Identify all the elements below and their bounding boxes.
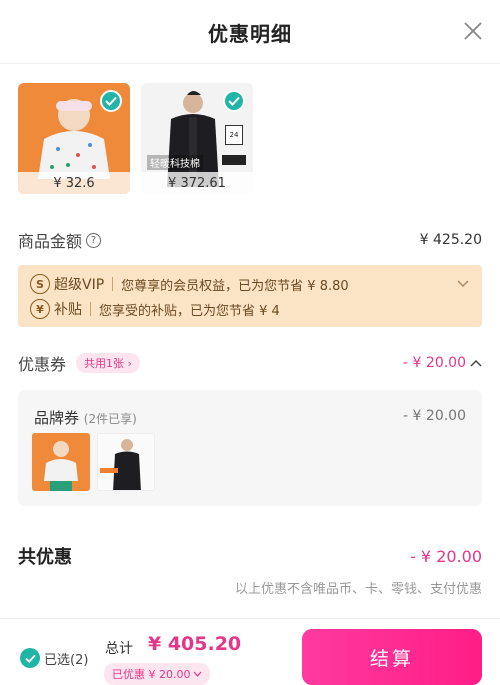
divider	[90, 302, 91, 316]
select-all[interactable]: 已选(2)	[20, 648, 88, 668]
divider	[112, 277, 114, 291]
brand-coupon-sub: (2件已享)	[83, 412, 137, 426]
discount-text: 已优惠 ¥ 20.00	[112, 668, 191, 681]
child-model-image	[44, 441, 78, 491]
coupon-count-pill[interactable]: 共用1张 ›	[76, 353, 140, 373]
discount-detail-sheet: 优惠明细 ¥ 32.6 24 轻暖科技棉 ¥ 372.61 商品金额 ? ¥ 4…	[0, 0, 500, 685]
sum-amount: ¥ 405.20	[148, 633, 242, 655]
product-card[interactable]: ¥ 32.6	[18, 83, 130, 194]
selected-count: 已选(2)	[44, 652, 89, 668]
goods-amount-row: 商品金额 ? ¥ 425.20	[18, 228, 482, 252]
discount-note: 以上优惠不含唯品币、卡、零钱、支付优惠	[234, 582, 482, 597]
product-thumbnails: ¥ 32.6 24 轻暖科技棉 ¥ 372.61	[18, 83, 253, 194]
vip-name: 超级VIP	[54, 277, 105, 293]
sum-label: 总计	[105, 641, 133, 657]
close-icon[interactable]	[462, 20, 484, 42]
subsidy-name: 补贴	[54, 302, 82, 318]
chevron-down-icon[interactable]	[456, 277, 470, 291]
checkout-button[interactable]: 结算	[302, 629, 482, 685]
money-bag-icon: ¥	[30, 299, 50, 319]
subsidy-line: ¥ 补贴 您享受的补贴，已为您节省 ¥ 4	[30, 298, 280, 320]
total-discount-row: 共优惠 - ¥ 20.00	[18, 543, 482, 569]
coupon-row[interactable]: 优惠券 共用1张 › - ¥ 20.00	[18, 351, 482, 375]
question-icon[interactable]: ?	[86, 232, 102, 248]
total-discount-amount: - ¥ 20.00	[410, 546, 482, 566]
goods-amount-label: 商品金额	[18, 232, 83, 251]
checkout-bar: 已选(2) 总计 ¥ 405.20 已优惠 ¥ 20.00 结算	[0, 618, 500, 685]
promo-tag	[100, 468, 118, 473]
total-discount-label: 共优惠	[18, 547, 72, 568]
product-card[interactable]: 24 轻暖科技棉 ¥ 372.61	[141, 83, 253, 194]
jacket-model-image	[113, 439, 141, 490]
discount-pill[interactable]: 已优惠 ¥ 20.00	[104, 663, 211, 685]
vip-badge-icon: S	[30, 274, 50, 294]
subsidy-text: 您享受的补贴，已为您节省 ¥ 4	[99, 303, 280, 319]
goods-amount: ¥ 425.20	[419, 232, 482, 248]
chevron-down-icon	[194, 671, 202, 677]
product-overlay-text: 轻暖科技棉	[147, 155, 203, 170]
chevron-up-icon[interactable]	[470, 359, 482, 367]
checked-icon[interactable]	[223, 90, 245, 112]
brand-product-thumb	[97, 433, 155, 491]
brand-coupon-title: 品牌券	[34, 409, 80, 427]
vip-text: 您尊享的会员权益，已为您节省 ¥ 8.80	[121, 278, 349, 294]
page-title: 优惠明细	[208, 22, 292, 46]
vip-line: S 超级VIP 您尊享的会员权益，已为您节省 ¥ 8.80	[30, 273, 349, 295]
coupon-amount: - ¥ 20.00	[403, 355, 466, 371]
product-price: ¥ 32.6	[18, 172, 130, 194]
brand-tag	[222, 155, 246, 165]
brand-coupon-box: 品牌券 (2件已享) - ¥ 20.00	[18, 390, 482, 506]
warmth-tag: 24	[225, 125, 243, 145]
checked-icon[interactable]	[100, 90, 122, 112]
header: 优惠明细	[0, 0, 500, 64]
vip-benefits-box[interactable]: S 超级VIP 您尊享的会员权益，已为您节省 ¥ 8.80 ¥ 补贴 您享受的补…	[18, 265, 482, 327]
coupon-label: 优惠券	[18, 355, 67, 374]
brand-coupon-amount: - ¥ 20.00	[403, 408, 466, 424]
brand-product-thumb	[32, 433, 90, 491]
checked-icon[interactable]	[20, 648, 40, 668]
product-price: ¥ 372.61	[141, 172, 253, 194]
